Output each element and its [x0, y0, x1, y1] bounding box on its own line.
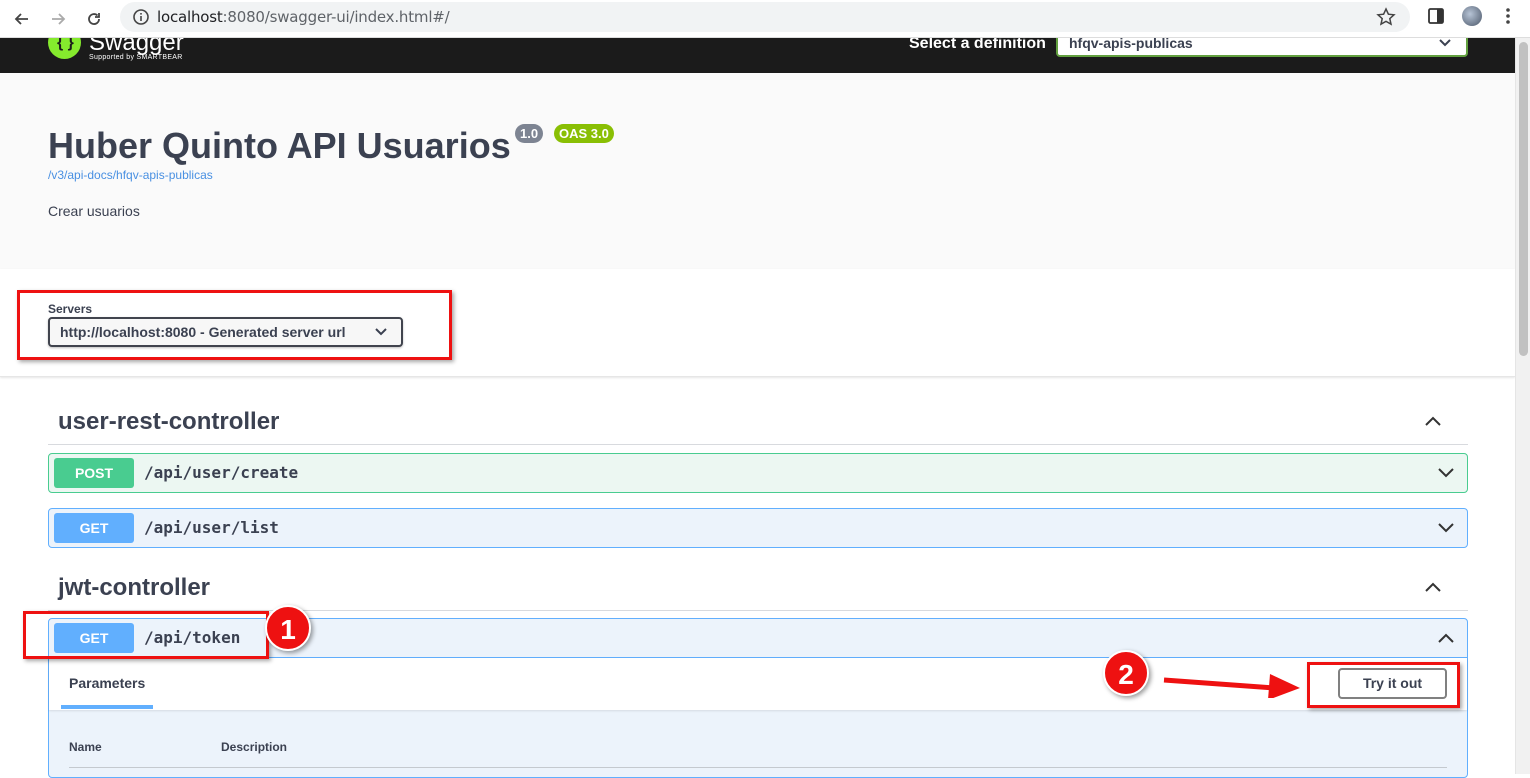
tab-active-indicator — [61, 705, 153, 709]
highlight-try-it-out — [1307, 662, 1460, 708]
method-badge: GET — [54, 513, 134, 543]
site-info-icon[interactable] — [132, 8, 150, 26]
address-bar[interactable]: localhost:8080/swagger-ui/index.html#/ — [120, 2, 1410, 32]
highlight-token-operation — [23, 611, 269, 659]
bookmark-star-icon[interactable] — [1376, 7, 1396, 27]
method-badge: POST — [54, 458, 134, 488]
url-text: localhost:8080/swagger-ui/index.html#/ — [157, 8, 450, 26]
tag-name: user-rest-controller — [58, 408, 280, 435]
tag-name: jwt-controller — [58, 574, 211, 601]
page-scrollbar[interactable] — [1515, 38, 1530, 774]
column-header-description: Description — [221, 740, 288, 754]
step-marker-1: 1 — [265, 605, 311, 651]
chevron-up-icon[interactable] — [1424, 581, 1442, 593]
forward-icon[interactable] — [44, 5, 72, 33]
browser-menu-icon[interactable] — [1498, 6, 1518, 26]
operation-path: /api/user/list — [144, 518, 279, 537]
definition-label: Select a definition — [909, 38, 1046, 52]
definition-selected-value: hfqv-apis-publicas — [1069, 38, 1193, 51]
chevron-up-icon[interactable] — [1424, 415, 1442, 427]
browser-toolbar: localhost:8080/swagger-ui/index.html#/ — [0, 0, 1530, 38]
chevron-down-icon[interactable] — [1437, 467, 1455, 479]
operation-post-user-create[interactable]: POST /api/user/create — [48, 453, 1468, 493]
swagger-topbar: { } Swagger Supported by SMARTBEAR Selec… — [0, 38, 1515, 73]
api-docs-link[interactable]: /v3/api-docs/hfqv-apis-publicas — [48, 168, 213, 182]
version-badge: 1.0 — [515, 124, 544, 143]
side-panel-icon[interactable] — [1426, 6, 1446, 26]
chevron-down-icon[interactable] — [1437, 522, 1455, 534]
api-title: Huber Quinto API Usuarios — [48, 125, 511, 166]
tab-parameters[interactable]: Parameters — [69, 675, 145, 691]
oas-badge: OAS 3.0 — [554, 124, 614, 143]
highlight-servers-box — [17, 290, 452, 360]
scrollbar-thumb[interactable] — [1519, 42, 1528, 356]
swagger-logo-icon[interactable]: { } — [48, 38, 81, 59]
api-info-section: Huber Quinto API Usuarios 1.0 OAS 3.0 /v… — [0, 73, 1515, 269]
step-marker-2: 2 — [1103, 650, 1149, 696]
column-header-name: Name — [69, 740, 102, 754]
definition-select[interactable]: hfqv-apis-publicas — [1056, 38, 1468, 57]
swagger-logo-subtitle: Supported by SMARTBEAR — [89, 54, 183, 61]
chevron-up-icon[interactable] — [1437, 632, 1455, 644]
reload-icon[interactable] — [80, 5, 108, 33]
tag-header-jwt-controller[interactable]: jwt-controller — [48, 564, 1468, 611]
chevron-down-icon — [1439, 39, 1451, 47]
profile-avatar[interactable] — [1462, 6, 1482, 26]
arrow-annotation — [1163, 674, 1300, 698]
operation-get-user-list[interactable]: GET /api/user/list — [48, 508, 1468, 548]
operation-path: /api/user/create — [144, 463, 299, 482]
tag-header-user-rest-controller[interactable]: user-rest-controller — [48, 398, 1468, 445]
table-divider — [69, 767, 1447, 768]
back-icon[interactable] — [8, 5, 36, 33]
api-description: Crear usuarios — [48, 203, 140, 219]
